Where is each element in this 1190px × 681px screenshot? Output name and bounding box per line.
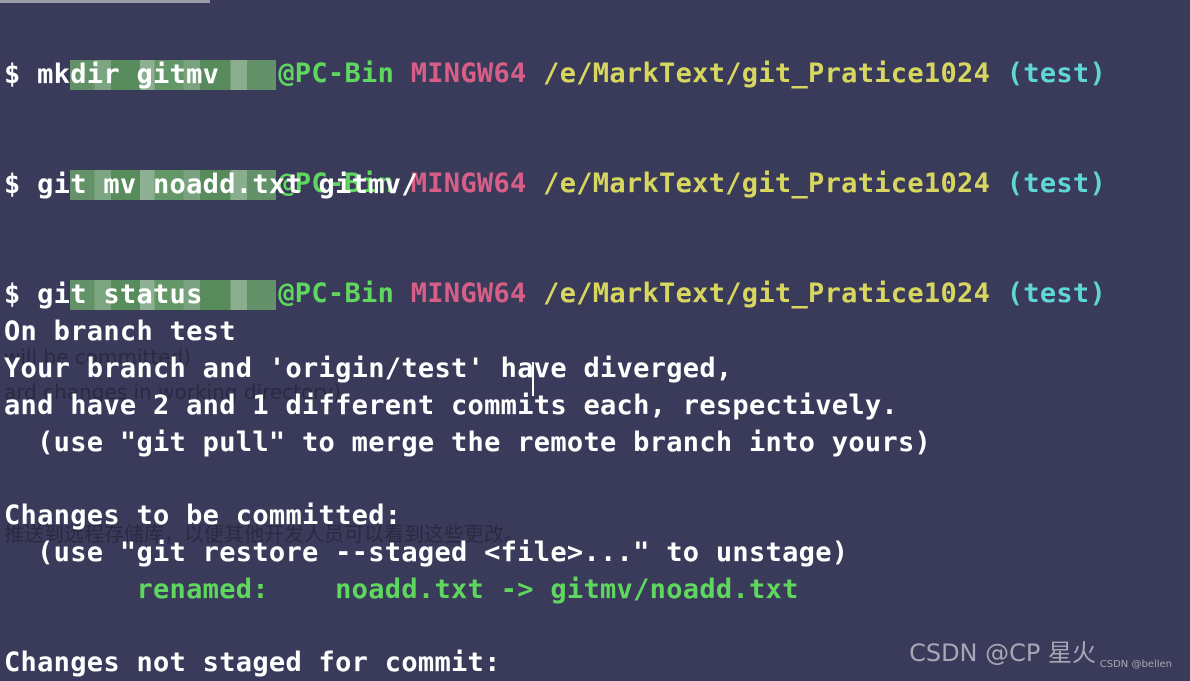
- prompt-line-3: @PC-Bin MINGW64 /e/MarkText/git_Pratice1…: [4, 240, 1106, 310]
- prompt-branch: (test): [1006, 58, 1107, 89]
- status-branch-line: On branch test: [4, 316, 236, 347]
- prompt-line-2: @PC-Bin MINGW64 /e/MarkText/git_Pratice1…: [4, 130, 1106, 200]
- command-line-3: $ git status: [4, 279, 203, 310]
- prompt-system: MINGW64: [410, 58, 527, 89]
- prompt-branch: (test): [1006, 168, 1107, 199]
- changes-not-staged-header: Changes not staged for commit:: [4, 647, 501, 678]
- prompt-host: @PC-Bin: [278, 278, 395, 309]
- prompt-system: MINGW64: [410, 278, 527, 309]
- terminal-window[interactable]: @PC-Bin MINGW64 /e/MarkText/git_Pratice1…: [0, 0, 1190, 680]
- prompt-system: MINGW64: [410, 168, 527, 199]
- restore-hint-line: (use "git restore --staged <file>..." to…: [4, 537, 849, 568]
- changes-to-commit-header: Changes to be committed:: [4, 500, 402, 531]
- renamed-line: renamed: noadd.txt -> gitmv/noadd.txt: [4, 572, 799, 608]
- prompt-path: /e/MarkText/git_Pratice1024: [543, 278, 991, 309]
- status-diverged-line: Your branch and 'origin/test' have diver…: [4, 353, 733, 384]
- watermark-main: CSDN @CP 星火: [909, 639, 1096, 667]
- renamed-value: noadd.txt -> gitmv/noadd.txt: [335, 574, 799, 605]
- renamed-label: renamed:: [4, 574, 336, 605]
- command-line-1: $ mkdir gitmv: [4, 59, 220, 90]
- status-pull-hint: (use "git pull" to merge the remote bran…: [4, 427, 932, 458]
- prompt-path: /e/MarkText/git_Pratice1024: [543, 168, 991, 199]
- prompt-branch: (test): [1006, 278, 1107, 309]
- top-divider: [0, 0, 210, 3]
- status-commits-line: and have 2 and 1 different commits each,…: [4, 390, 898, 421]
- prompt-path: /e/MarkText/git_Pratice1024: [543, 58, 991, 89]
- watermark-small: CSDN @bellen: [1099, 659, 1172, 670]
- prompt-host: @PC-Bin: [278, 58, 395, 89]
- command-line-2: $ git mv noadd.txt gitmv/: [4, 169, 418, 200]
- prompt-line-1: @PC-Bin MINGW64 /e/MarkText/git_Pratice1…: [4, 20, 1106, 90]
- text-cursor: [532, 362, 534, 396]
